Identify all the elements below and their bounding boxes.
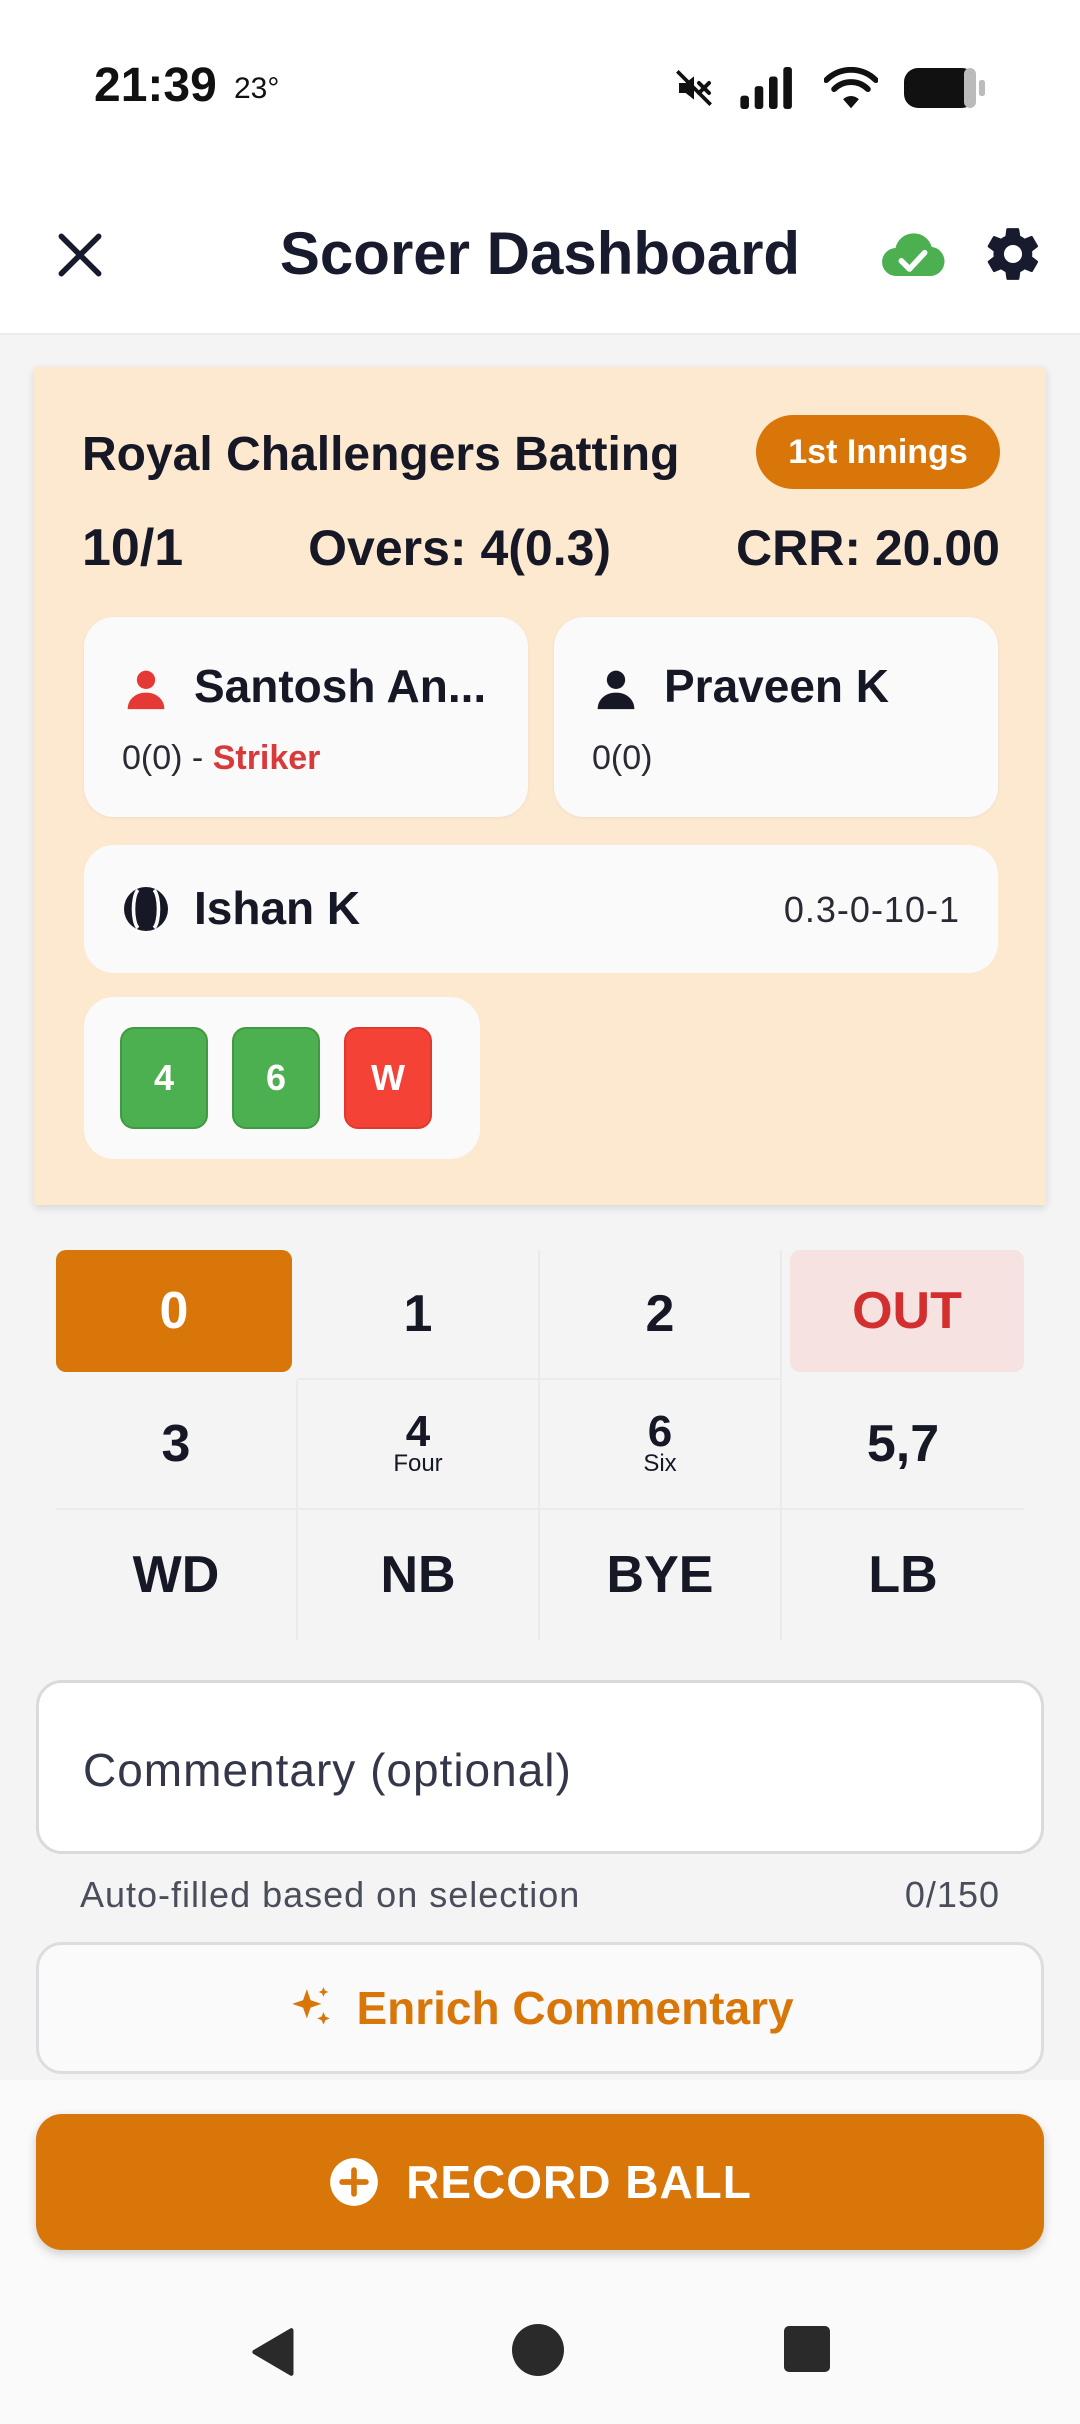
score-row: 10/1 Overs: 4(0.3) CRR: 20.00 bbox=[82, 513, 1000, 583]
key-4[interactable]: 4 Four bbox=[298, 1380, 540, 1510]
character-counter: 0/150 bbox=[904, 1874, 1000, 1915]
sparkle-icon bbox=[292, 1987, 331, 2025]
role-separator: - bbox=[182, 739, 213, 777]
key-label: 3 bbox=[161, 1415, 191, 1473]
scoreboard-card: Royal Challengers Batting 1st Innings 10… bbox=[34, 367, 1046, 1205]
overs: Overs: 4(0.3) bbox=[308, 520, 612, 576]
key-sublabel: Four bbox=[393, 1450, 443, 1477]
enrich-label: Enrich Commentary bbox=[356, 1982, 794, 2034]
this-over: 4 6 W bbox=[84, 997, 480, 1159]
key-label: BYE bbox=[606, 1546, 714, 1604]
batsman-runs: 0(0) bbox=[122, 739, 183, 777]
key-sublabel: Six bbox=[643, 1450, 677, 1477]
batsman-runs: 0(0) bbox=[592, 739, 653, 777]
mute-icon bbox=[676, 70, 712, 106]
batsman-card-striker[interactable]: Santosh An... 0(0) - Striker bbox=[84, 617, 528, 817]
ball-chip: 6 bbox=[232, 1027, 320, 1129]
batting-team: Royal Challengers Batting bbox=[82, 428, 680, 481]
key-label: 2 bbox=[645, 1285, 675, 1343]
person-icon bbox=[127, 670, 165, 710]
key-5-7[interactable]: 5,7 bbox=[782, 1380, 1024, 1510]
key-no-ball[interactable]: NB bbox=[298, 1510, 540, 1640]
batsman-name: Santosh An... bbox=[194, 660, 487, 712]
key-label: OUT bbox=[852, 1282, 962, 1340]
status-icons bbox=[674, 62, 988, 114]
key-label: 0 bbox=[159, 1282, 189, 1340]
battery-icon bbox=[904, 68, 985, 108]
record-ball-label: RECORD BALL bbox=[406, 2156, 752, 2208]
commentary-helper-row: Auto-filled based on selection 0/150 bbox=[80, 1874, 1000, 1916]
key-6[interactable]: 6 Six bbox=[540, 1380, 782, 1510]
wifi-icon bbox=[824, 67, 878, 109]
striker-label: Striker bbox=[212, 739, 321, 777]
ball-chip: W bbox=[344, 1027, 432, 1129]
key-wide[interactable]: WD bbox=[56, 1510, 298, 1640]
commentary-placeholder: Commentary (optional) bbox=[83, 1744, 572, 1796]
key-2[interactable]: 2 bbox=[540, 1250, 782, 1380]
key-label: 5,7 bbox=[866, 1415, 940, 1473]
key-3[interactable]: 3 bbox=[56, 1380, 298, 1510]
home-nav-icon[interactable] bbox=[512, 2324, 564, 2376]
key-label: 1 bbox=[403, 1285, 433, 1343]
gear-icon[interactable] bbox=[982, 223, 1044, 285]
back-nav-icon[interactable] bbox=[248, 2326, 300, 2378]
status-temperature: 23° bbox=[234, 72, 280, 105]
batsman-card-non-striker[interactable]: Praveen K 0(0) bbox=[554, 617, 998, 817]
plus-circle-icon bbox=[330, 2158, 378, 2206]
current-run-rate: CRR: 20.00 bbox=[736, 520, 1000, 576]
key-label: LB bbox=[868, 1546, 938, 1604]
record-ball-button[interactable]: RECORD BALL bbox=[36, 2114, 1044, 2250]
bowler-name: Ishan K bbox=[194, 882, 361, 934]
system-nav-bar bbox=[0, 2302, 1080, 2424]
cricket-ball-icon bbox=[124, 887, 168, 931]
innings-badge: 1st Innings bbox=[756, 415, 1000, 489]
bowler-card[interactable]: Ishan K 0.3-0-10-1 bbox=[84, 845, 998, 973]
key-out[interactable]: OUT bbox=[790, 1250, 1024, 1372]
commentary-helper: Auto-filled based on selection bbox=[80, 1874, 581, 1915]
key-bye[interactable]: BYE bbox=[540, 1510, 782, 1640]
key-leg-bye[interactable]: LB bbox=[782, 1510, 1024, 1640]
key-label: WD bbox=[132, 1546, 220, 1604]
recents-nav-icon[interactable] bbox=[784, 2326, 830, 2372]
batsman-name: Praveen K bbox=[664, 660, 890, 712]
signal-icon bbox=[740, 67, 792, 109]
run-keypad: 0 1 2 OUT 3 4 Four 6 Six 5,7 WD NB BYE LB bbox=[56, 1250, 1024, 1640]
batsman-stat: 0(0) - Striker bbox=[122, 739, 320, 778]
key-label: NB bbox=[380, 1546, 456, 1604]
bottom-bar: RECORD BALL bbox=[0, 2080, 1080, 2424]
cloud-synced-icon[interactable] bbox=[880, 227, 946, 283]
key-label: 4 bbox=[405, 1407, 431, 1456]
enrich-commentary-button[interactable]: Enrich Commentary bbox=[36, 1942, 1044, 2074]
bowler-figures: 0.3-0-10-1 bbox=[783, 889, 960, 930]
key-label: 6 bbox=[647, 1407, 673, 1456]
app-bar: Scorer Dashboard bbox=[0, 175, 1080, 335]
status-bar: 21:39 23° bbox=[0, 0, 1080, 175]
key-1[interactable]: 1 bbox=[298, 1250, 540, 1380]
commentary-input[interactable]: Commentary (optional) bbox=[36, 1680, 1044, 1854]
key-0[interactable]: 0 bbox=[56, 1250, 292, 1372]
ball-chip: 4 bbox=[120, 1027, 208, 1129]
person-icon bbox=[597, 670, 635, 710]
total-score: 10/1 bbox=[82, 519, 184, 577]
status-time: 21:39 bbox=[94, 59, 217, 112]
